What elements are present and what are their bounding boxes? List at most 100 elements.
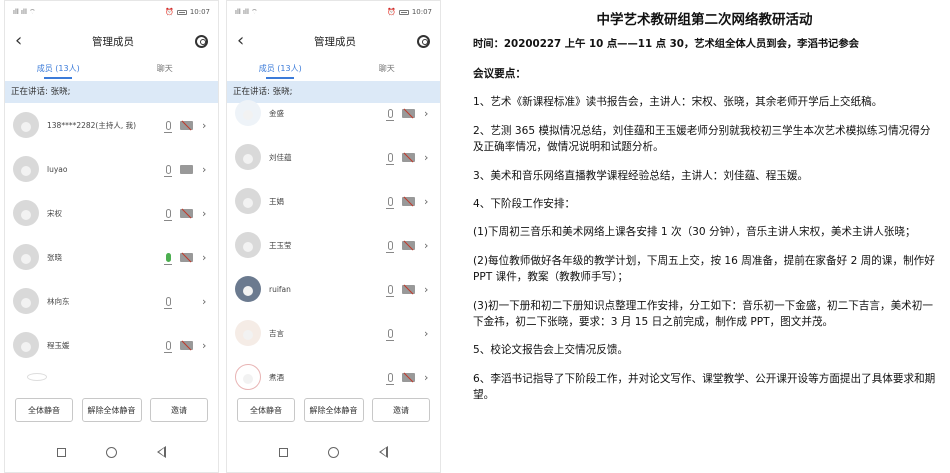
- back-nav-icon[interactable]: [157, 446, 166, 458]
- meeting-point: 2、艺测 365 模拟情况总结，刘佳蕴和王玉媛老师分别就我校初三学生本次艺术模拟…: [473, 124, 931, 154]
- member-row[interactable]: 王娟 ›: [227, 179, 440, 223]
- chevron-right-icon[interactable]: ›: [424, 283, 432, 296]
- member-name: 程玉媛: [47, 340, 70, 350]
- mic-icon[interactable]: [164, 340, 172, 353]
- mic-icon[interactable]: [386, 240, 394, 253]
- settings-gear-icon[interactable]: [417, 34, 430, 48]
- home-icon[interactable]: [106, 446, 117, 458]
- avatar-head-shape: [243, 330, 253, 340]
- avatar: [13, 112, 39, 138]
- recent-apps-icon[interactable]: [279, 447, 288, 457]
- invite-button[interactable]: 邀请: [372, 398, 430, 422]
- invite-button[interactable]: 邀请: [150, 398, 208, 422]
- meeting-point: (1)下周初三音乐和美术网络上课各安排 1 次（30 分钟），音乐主讲人宋权，美…: [473, 226, 916, 239]
- chevron-right-icon[interactable]: ›: [202, 163, 210, 176]
- camera-off-icon[interactable]: [402, 240, 415, 250]
- member-row[interactable]: 138****2282(主持人, 我) ›: [5, 103, 218, 147]
- member-name: 刘佳蕴: [269, 152, 292, 162]
- action-bar: 全体静音 解除全体静音 邀请: [5, 398, 218, 422]
- document-title: 中学艺术教研组第二次网络教研活动: [596, 12, 813, 28]
- member-row[interactable]: 王玉莹 ›: [227, 223, 440, 267]
- back-arrow-icon[interactable]: ‹: [237, 32, 253, 50]
- member-row[interactable]: 程玉媛 ›: [5, 323, 218, 367]
- chevron-right-icon[interactable]: ›: [424, 107, 432, 120]
- mute-all-button[interactable]: 全体静音: [15, 398, 73, 422]
- mic-icon[interactable]: [164, 208, 172, 221]
- back-nav-icon[interactable]: [379, 446, 388, 458]
- member-row[interactable]: 金盛 ›: [227, 91, 440, 135]
- recent-apps-icon[interactable]: [57, 447, 66, 457]
- camera-off-icon[interactable]: [402, 284, 415, 294]
- tab-bar: 成员 (13人) 聊天: [5, 59, 218, 81]
- camera-off-icon[interactable]: [180, 208, 193, 218]
- member-name: 张晓: [47, 252, 62, 262]
- member-list: 金盛 › 刘佳蕴 › 王娟 › 王玉莹 › ruifan › 吉言 › 煮酒 ›: [227, 91, 440, 399]
- mic-icon[interactable]: [164, 120, 172, 133]
- member-row[interactable]: 林向东 ›: [5, 279, 218, 323]
- back-arrow-icon[interactable]: ‹: [15, 32, 31, 50]
- chevron-right-icon[interactable]: ›: [202, 295, 210, 308]
- camera-off-icon[interactable]: [402, 108, 415, 118]
- chevron-right-icon[interactable]: ›: [202, 119, 210, 132]
- member-row[interactable]: 煮酒 ›: [227, 355, 440, 399]
- mic-icon[interactable]: [164, 296, 172, 309]
- member-row[interactable]: luyao ›: [5, 147, 218, 191]
- chevron-right-icon[interactable]: ›: [424, 151, 432, 164]
- tab-members[interactable]: 成员 (13人): [5, 59, 112, 81]
- tab-chat[interactable]: 聊天: [334, 59, 441, 81]
- camera-off-icon[interactable]: [402, 372, 415, 382]
- meeting-point: (3)初一下册和初二下册知识点整理工作安排，分工如下：音乐初一下金盛，初二下吉言…: [473, 299, 933, 328]
- member-row[interactable]: 吉言 ›: [227, 311, 440, 355]
- chevron-right-icon[interactable]: ›: [424, 327, 432, 340]
- meeting-point: 3、美术和音乐网络直播教学课程经验总结，主讲人：刘佳蕴、程玉媛。: [473, 169, 809, 182]
- mic-active-icon[interactable]: [164, 252, 172, 265]
- avatar: [235, 320, 261, 346]
- camera-icon[interactable]: [180, 164, 193, 174]
- avatar-head-shape: [243, 154, 253, 164]
- mic-icon[interactable]: [386, 196, 394, 209]
- camera-off-icon[interactable]: [402, 196, 415, 206]
- chevron-right-icon[interactable]: ›: [202, 207, 210, 220]
- avatar: [13, 244, 39, 270]
- camera-off-icon[interactable]: [180, 120, 193, 130]
- system-nav-bar: [227, 446, 440, 458]
- member-row[interactable]: ruifan ›: [227, 267, 440, 311]
- mic-icon[interactable]: [386, 372, 394, 385]
- avatar: [235, 276, 261, 302]
- speaking-banner: 正在讲话: 张晓;: [5, 81, 218, 103]
- member-name: 林向东: [47, 296, 70, 306]
- camera-off-icon[interactable]: [180, 340, 193, 350]
- chevron-right-icon[interactable]: ›: [424, 239, 432, 252]
- mic-icon[interactable]: [164, 164, 172, 177]
- member-controls: ›: [386, 239, 432, 253]
- avatar-head-shape: [21, 254, 31, 264]
- mic-icon[interactable]: [386, 108, 394, 121]
- mic-icon[interactable]: [386, 328, 394, 341]
- avatar-head-shape: [21, 166, 31, 176]
- avatar-head-shape: [243, 198, 253, 208]
- chevron-right-icon[interactable]: ›: [424, 195, 432, 208]
- chevron-right-icon[interactable]: ›: [202, 251, 210, 264]
- tab-chat[interactable]: 聊天: [112, 59, 219, 81]
- mic-icon[interactable]: [386, 152, 394, 165]
- home-icon[interactable]: [328, 446, 339, 458]
- member-name: 宋权: [47, 208, 62, 218]
- tab-members[interactable]: 成员 (13人): [227, 59, 334, 81]
- status-bar: ıll ıll ⌔ ⏰ 10:07: [227, 1, 440, 23]
- member-row[interactable]: 宋权 ›: [5, 191, 218, 235]
- mute-all-button[interactable]: 全体静音: [237, 398, 295, 422]
- camera-off-icon[interactable]: [180, 252, 193, 262]
- settings-gear-icon[interactable]: [195, 34, 208, 48]
- member-name: 王玉莹: [269, 240, 292, 250]
- unmute-all-button[interactable]: 解除全体静音: [81, 398, 142, 422]
- chevron-right-icon[interactable]: ›: [424, 371, 432, 384]
- chevron-right-icon[interactable]: ›: [202, 339, 210, 352]
- member-controls: ›: [164, 119, 210, 133]
- avatar-head-shape: [21, 210, 31, 220]
- camera-off-icon[interactable]: [402, 152, 415, 162]
- signal-icon: ıll ıll ⌔: [13, 7, 36, 16]
- unmute-all-button[interactable]: 解除全体静音: [303, 398, 364, 422]
- member-row[interactable]: 刘佳蕴 ›: [227, 135, 440, 179]
- mic-icon[interactable]: [386, 284, 394, 297]
- member-row[interactable]: 张晓 ›: [5, 235, 218, 279]
